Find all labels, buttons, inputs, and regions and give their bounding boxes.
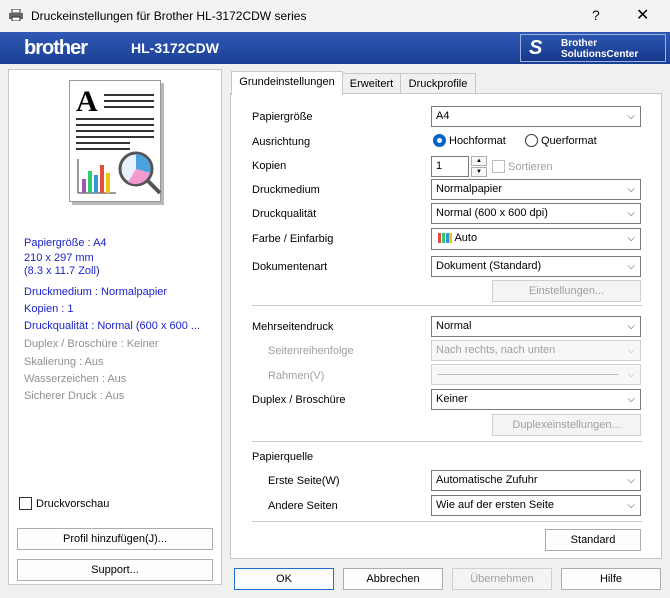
multipage-select[interactable]: Normal ⌵ bbox=[431, 316, 641, 337]
window-title: Druckeinstellungen für Brother HL-3172CD… bbox=[31, 9, 307, 23]
collate-label: Sortieren bbox=[508, 161, 553, 173]
first-page-select[interactable]: Automatische Zufuhr ⌵ bbox=[431, 470, 641, 491]
summary-scaling: Skalierung : Aus bbox=[24, 356, 104, 368]
first-page-value: Automatische Zufuhr bbox=[436, 474, 538, 486]
summary-copies: Kopien : 1 bbox=[24, 303, 74, 315]
summary-watermark: Wasserzeichen : Aus bbox=[24, 373, 127, 385]
chevron-down-icon: ⌵ bbox=[627, 184, 635, 195]
chevron-down-icon: ⌵ bbox=[627, 261, 635, 272]
chevron-down-icon: ⌵ bbox=[627, 321, 635, 332]
quality-select[interactable]: Normal (600 x 600 dpi) ⌵ bbox=[431, 203, 641, 224]
landscape-label: Querformat bbox=[541, 135, 597, 147]
printer-icon bbox=[9, 9, 23, 21]
summary-dims-inch: (8.3 x 11.7 Zoll) bbox=[24, 265, 100, 277]
document-preview-icon: A bbox=[69, 80, 162, 202]
ok-button[interactable]: OK bbox=[234, 568, 334, 590]
color-select[interactable]: Auto ⌵ bbox=[431, 228, 641, 250]
paper-size-select[interactable]: A4 ⌵ bbox=[431, 106, 641, 127]
paper-size-label: Papiergröße bbox=[252, 111, 313, 123]
separator bbox=[252, 521, 642, 522]
preview-graphic: A bbox=[76, 85, 162, 195]
chevron-down-icon: ⌵ bbox=[627, 394, 635, 405]
close-icon[interactable]: ✕ bbox=[636, 5, 649, 25]
chevron-down-icon: ⌵ bbox=[627, 233, 635, 244]
media-value: Normalpapier bbox=[436, 183, 503, 195]
multipage-value: Normal bbox=[436, 320, 472, 332]
solutions-center-button[interactable]: S Brother SolutionsCenter bbox=[520, 34, 666, 62]
copies-up-icon[interactable]: ▲ bbox=[471, 156, 487, 166]
paper-size-value: A4 bbox=[436, 110, 450, 122]
solutions-line2: SolutionsCenter bbox=[561, 49, 639, 60]
tab-profiles[interactable]: Druckprofile bbox=[400, 73, 476, 94]
border-line-preview bbox=[438, 374, 618, 375]
solutions-s-icon: S bbox=[529, 37, 543, 59]
cancel-button[interactable]: Abbrechen bbox=[343, 568, 443, 590]
paper-source-label: Papierquelle bbox=[252, 451, 314, 463]
border-select[interactable]: ⌵ bbox=[431, 364, 641, 385]
preview-checkbox-label: Druckvorschau bbox=[36, 498, 110, 510]
preview-checkbox[interactable] bbox=[19, 497, 32, 510]
copies-input[interactable]: 1 bbox=[431, 156, 469, 177]
chevron-down-icon: ⌵ bbox=[627, 111, 635, 122]
brother-logo: brother bbox=[24, 37, 88, 59]
color-bars-icon bbox=[438, 233, 452, 244]
portrait-label: Hochformat bbox=[449, 135, 506, 147]
settings-button[interactable]: Einstellungen... bbox=[492, 280, 641, 302]
page-order-select[interactable]: Nach rechts, nach unten ⌵ bbox=[431, 340, 641, 361]
summary-media: Druckmedium : Normalpapier bbox=[24, 286, 168, 298]
copies-value: 1 bbox=[436, 160, 443, 172]
add-profile-button[interactable]: Profil hinzufügen(J)... bbox=[17, 528, 213, 550]
media-select[interactable]: Normalpapier ⌵ bbox=[431, 179, 641, 200]
apply-button[interactable]: Übernehmen bbox=[452, 568, 552, 590]
tab-basic[interactable]: Grundeinstellungen bbox=[231, 71, 343, 95]
help-icon[interactable]: ? bbox=[592, 7, 600, 23]
separator bbox=[252, 441, 642, 442]
model-name: HL-3172CDW bbox=[131, 40, 219, 56]
tab-advanced[interactable]: Erweitert bbox=[342, 73, 401, 94]
border-label: Rahmen(V) bbox=[268, 370, 325, 382]
help-button[interactable]: Hilfe bbox=[561, 568, 661, 590]
title-bar: Druckeinstellungen für Brother HL-3172CD… bbox=[0, 0, 670, 32]
copies-label: Kopien bbox=[252, 160, 287, 172]
summary-secure: Sicherer Druck : Aus bbox=[24, 390, 125, 402]
portrait-radio[interactable] bbox=[433, 134, 446, 147]
duplex-settings-button[interactable]: Duplexeinstellungen... bbox=[492, 414, 641, 436]
media-label: Druckmedium bbox=[252, 184, 320, 196]
summary-paper: Papiergröße : A4 bbox=[24, 237, 107, 249]
color-value: Auto bbox=[454, 232, 478, 244]
chevron-down-icon: ⌵ bbox=[627, 345, 635, 356]
quality-label: Druckqualität bbox=[252, 208, 317, 220]
default-button[interactable]: Standard bbox=[545, 529, 641, 551]
svg-text:A: A bbox=[76, 85, 98, 118]
chevron-down-icon: ⌵ bbox=[627, 475, 635, 486]
page-order-value: Nach rechts, nach unten bbox=[436, 344, 556, 356]
multipage-label: Mehrseitendruck bbox=[252, 321, 334, 333]
chevron-down-icon: ⌵ bbox=[627, 208, 635, 219]
doctype-select[interactable]: Dokument (Standard) ⌵ bbox=[431, 256, 641, 277]
page-order-label: Seitenreihenfolge bbox=[268, 345, 354, 357]
summary-quality: Druckqualität : Normal (600 x 600 ... bbox=[24, 320, 201, 332]
chevron-down-icon: ⌵ bbox=[627, 500, 635, 511]
doctype-value: Dokument (Standard) bbox=[436, 260, 542, 272]
duplex-label: Duplex / Broschüre bbox=[252, 394, 346, 406]
landscape-radio[interactable] bbox=[525, 134, 538, 147]
other-pages-label: Andere Seiten bbox=[268, 500, 338, 512]
separator bbox=[252, 305, 642, 306]
doctype-label: Dokumentenart bbox=[252, 261, 328, 273]
collate-checkbox[interactable] bbox=[492, 160, 505, 173]
quality-value: Normal (600 x 600 dpi) bbox=[436, 207, 548, 219]
solutions-line1: Brother bbox=[561, 38, 598, 49]
other-pages-value: Wie auf der ersten Seite bbox=[436, 499, 555, 511]
other-pages-select[interactable]: Wie auf der ersten Seite ⌵ bbox=[431, 495, 641, 516]
summary-dims-mm: 210 x 297 mm bbox=[24, 252, 94, 264]
summary-duplex: Duplex / Broschüre : Keiner bbox=[24, 338, 159, 350]
color-label: Farbe / Einfarbig bbox=[252, 233, 334, 245]
copies-down-icon[interactable]: ▼ bbox=[471, 167, 487, 177]
chevron-down-icon: ⌵ bbox=[627, 369, 635, 380]
orientation-label: Ausrichtung bbox=[252, 136, 311, 148]
duplex-select[interactable]: Keiner ⌵ bbox=[431, 389, 641, 410]
first-page-label: Erste Seite(W) bbox=[268, 475, 340, 487]
support-button[interactable]: Support... bbox=[17, 559, 213, 581]
duplex-value: Keiner bbox=[436, 393, 468, 405]
